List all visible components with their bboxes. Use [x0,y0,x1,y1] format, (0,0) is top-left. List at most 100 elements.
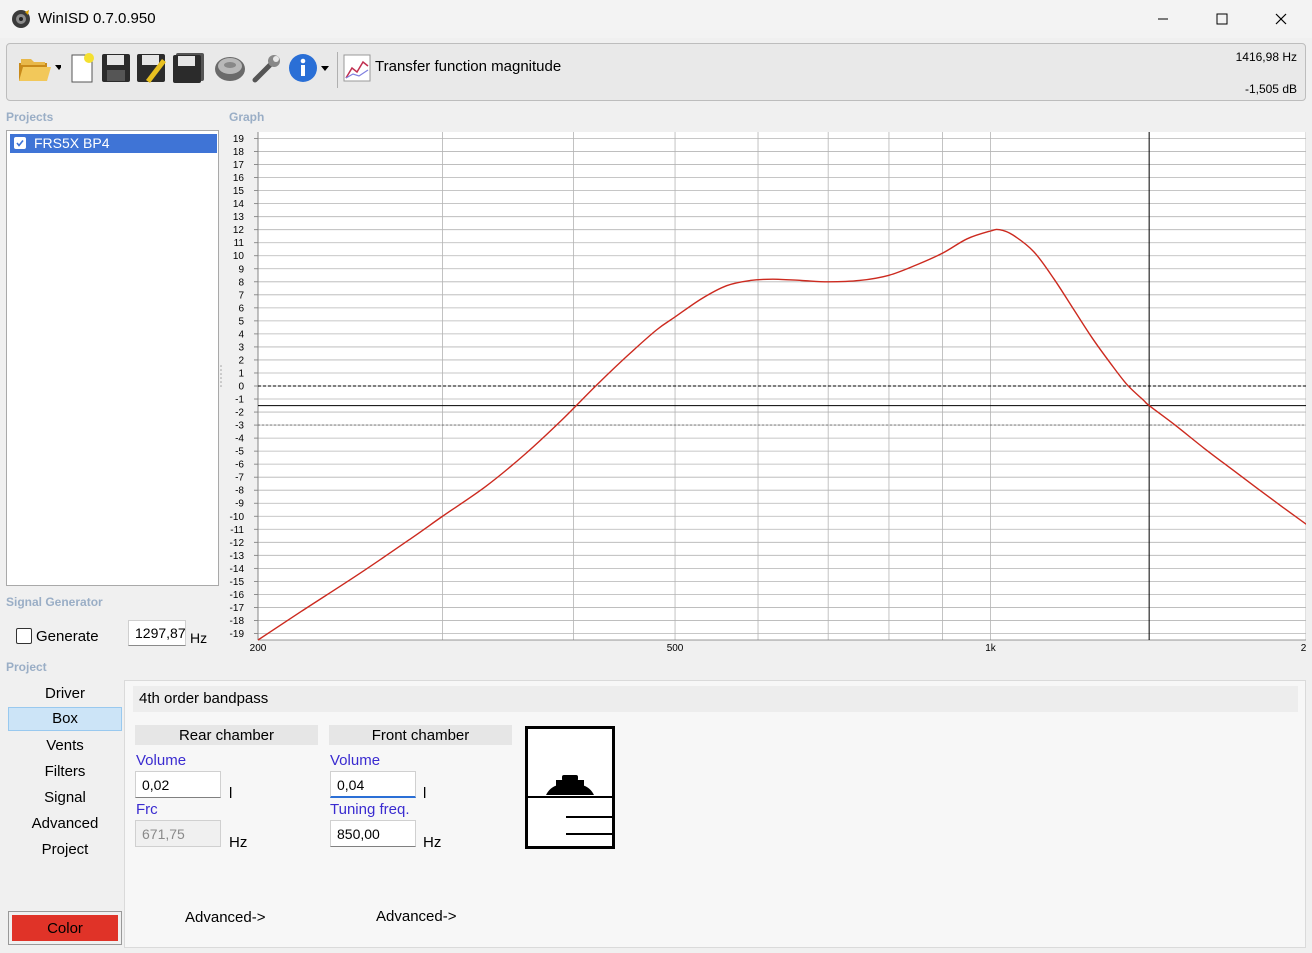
toolbar-separator [337,52,338,88]
generate-label[interactable]: Generate [36,628,99,645]
save-all-button[interactable] [171,50,207,86]
color-button[interactable]: Color [8,911,122,945]
y-tick-label: -7 [235,473,244,484]
graph-section-label: Graph [229,110,265,124]
y-tick-label: 8 [238,277,244,288]
front-advanced-button[interactable]: Advanced-> [376,908,456,925]
y-tick-label: 3 [238,342,244,353]
front-volume-input[interactable]: 0,04 [330,771,416,798]
y-tick-label: 6 [238,303,244,314]
y-tick-label: -8 [235,486,244,497]
driver-editor-button[interactable] [213,50,247,86]
minimize-button[interactable] [1134,0,1192,38]
front-tuning-unit: Hz [423,834,442,851]
x-tick-label: 500 [667,643,684,654]
new-project-button[interactable] [67,50,97,86]
front-tuning-label: Tuning freq. [330,801,410,818]
save-disk-icon [102,54,130,82]
y-tick-label: 14 [233,199,245,210]
color-button-label: Color [12,915,118,941]
close-button[interactable] [1252,0,1310,38]
y-tick-label: -11 [230,525,244,536]
nav-vents[interactable]: Vents [8,734,122,758]
save-all-icon [173,53,204,83]
rear-advanced-button[interactable]: Advanced-> [185,909,265,926]
y-tick-label: -17 [230,603,245,614]
y-tick-label: 9 [238,264,244,275]
rear-volume-unit: l [229,785,233,802]
box-panel: 4th order bandpass Rear chamber Volume 0… [124,680,1306,948]
signal-generator-section-label: Signal Generator [6,595,103,609]
y-tick-label: 17 [233,160,245,171]
window-title: WinISD 0.7.0.950 [38,10,156,27]
y-tick-label: 7 [238,290,244,301]
cursor-frequency-readout: 1416,98 Hz [1235,50,1297,64]
y-tick-label: -4 [235,434,244,445]
nav-driver[interactable]: Driver [8,682,122,706]
save-as-button[interactable] [135,50,169,86]
x-tick-label: 2k [1301,643,1306,654]
nav-advanced[interactable]: Advanced [8,812,122,836]
y-tick-label: -15 [230,577,245,588]
box-type-label: 4th order bandpass [133,686,1298,712]
graph-type-button[interactable] [343,50,371,86]
chart-line-icon [343,54,371,82]
generator-frequency-input[interactable]: 1297,87 [128,620,186,646]
project-section-label: Project [6,660,47,674]
generator-frequency-unit: Hz [190,630,208,646]
front-volume-unit: l [423,785,427,802]
rear-frc-input: 671,75 [135,820,221,847]
y-tick-label: -1 [235,395,244,406]
y-tick-label: -19 [230,629,245,640]
close-icon [1275,13,1287,25]
projects-list[interactable]: FRS5X BP4 [6,130,219,586]
winisd-app-icon [11,9,31,29]
y-tick-label: 2 [238,355,244,366]
nav-box[interactable]: Box [8,707,122,731]
nav-project[interactable]: Project [8,838,122,862]
y-tick-label: -18 [230,616,245,627]
new-document-icon [71,53,94,83]
y-tick-label: -13 [230,551,245,562]
save-as-icon [137,54,166,83]
info-button[interactable] [286,50,332,86]
y-tick-label: 4 [238,329,244,340]
y-tick-label: -12 [230,538,245,549]
wrench-icon [252,55,280,83]
project-item[interactable]: FRS5X BP4 [10,134,217,153]
check-icon [16,140,24,147]
cursor-level-readout: -1,505 dB [1244,82,1297,96]
projects-section-label: Projects [6,110,54,124]
rear-frc-unit: Hz [229,834,248,851]
y-tick-label: 12 [233,225,245,236]
tools-button[interactable] [250,50,284,86]
front-tuning-input[interactable]: 850,00 [330,820,416,847]
front-volume-label: Volume [330,752,381,769]
nav-signal[interactable]: Signal [8,786,122,810]
project-name: FRS5X BP4 [34,135,110,151]
y-tick-label: -9 [235,499,244,510]
graph-area[interactable]: 191817161514131211109876543210-1-2-3-4-5… [222,128,1306,656]
y-tick-label: -3 [235,421,244,432]
rear-frc-label: Frc [136,801,158,818]
y-tick-label: -10 [230,512,245,523]
y-tick-label: -16 [230,590,245,601]
y-tick-label: 13 [233,212,245,223]
rear-chamber-header: Rear chamber [135,725,318,745]
generate-checkbox[interactable] [16,628,32,644]
y-tick-label: 1 [238,368,244,379]
nav-filters[interactable]: Filters [8,760,122,784]
x-tick-label: 200 [250,643,267,654]
project-visible-checkbox[interactable] [14,137,26,149]
toolbar: Transfer function magnitude 1416,98 Hz -… [6,43,1306,101]
graph-type-label[interactable]: Transfer function magnitude [375,58,561,75]
open-project-button[interactable] [15,50,63,86]
maximize-button[interactable] [1193,0,1251,38]
minimize-icon [1158,18,1168,20]
y-tick-label: 11 [234,238,245,249]
front-chamber-header: Front chamber [329,725,512,745]
rear-volume-label: Volume [136,752,187,769]
bandpass-box-diagram [525,726,615,849]
rear-volume-input[interactable]: 0,02 [135,771,221,798]
save-button[interactable] [100,50,132,86]
